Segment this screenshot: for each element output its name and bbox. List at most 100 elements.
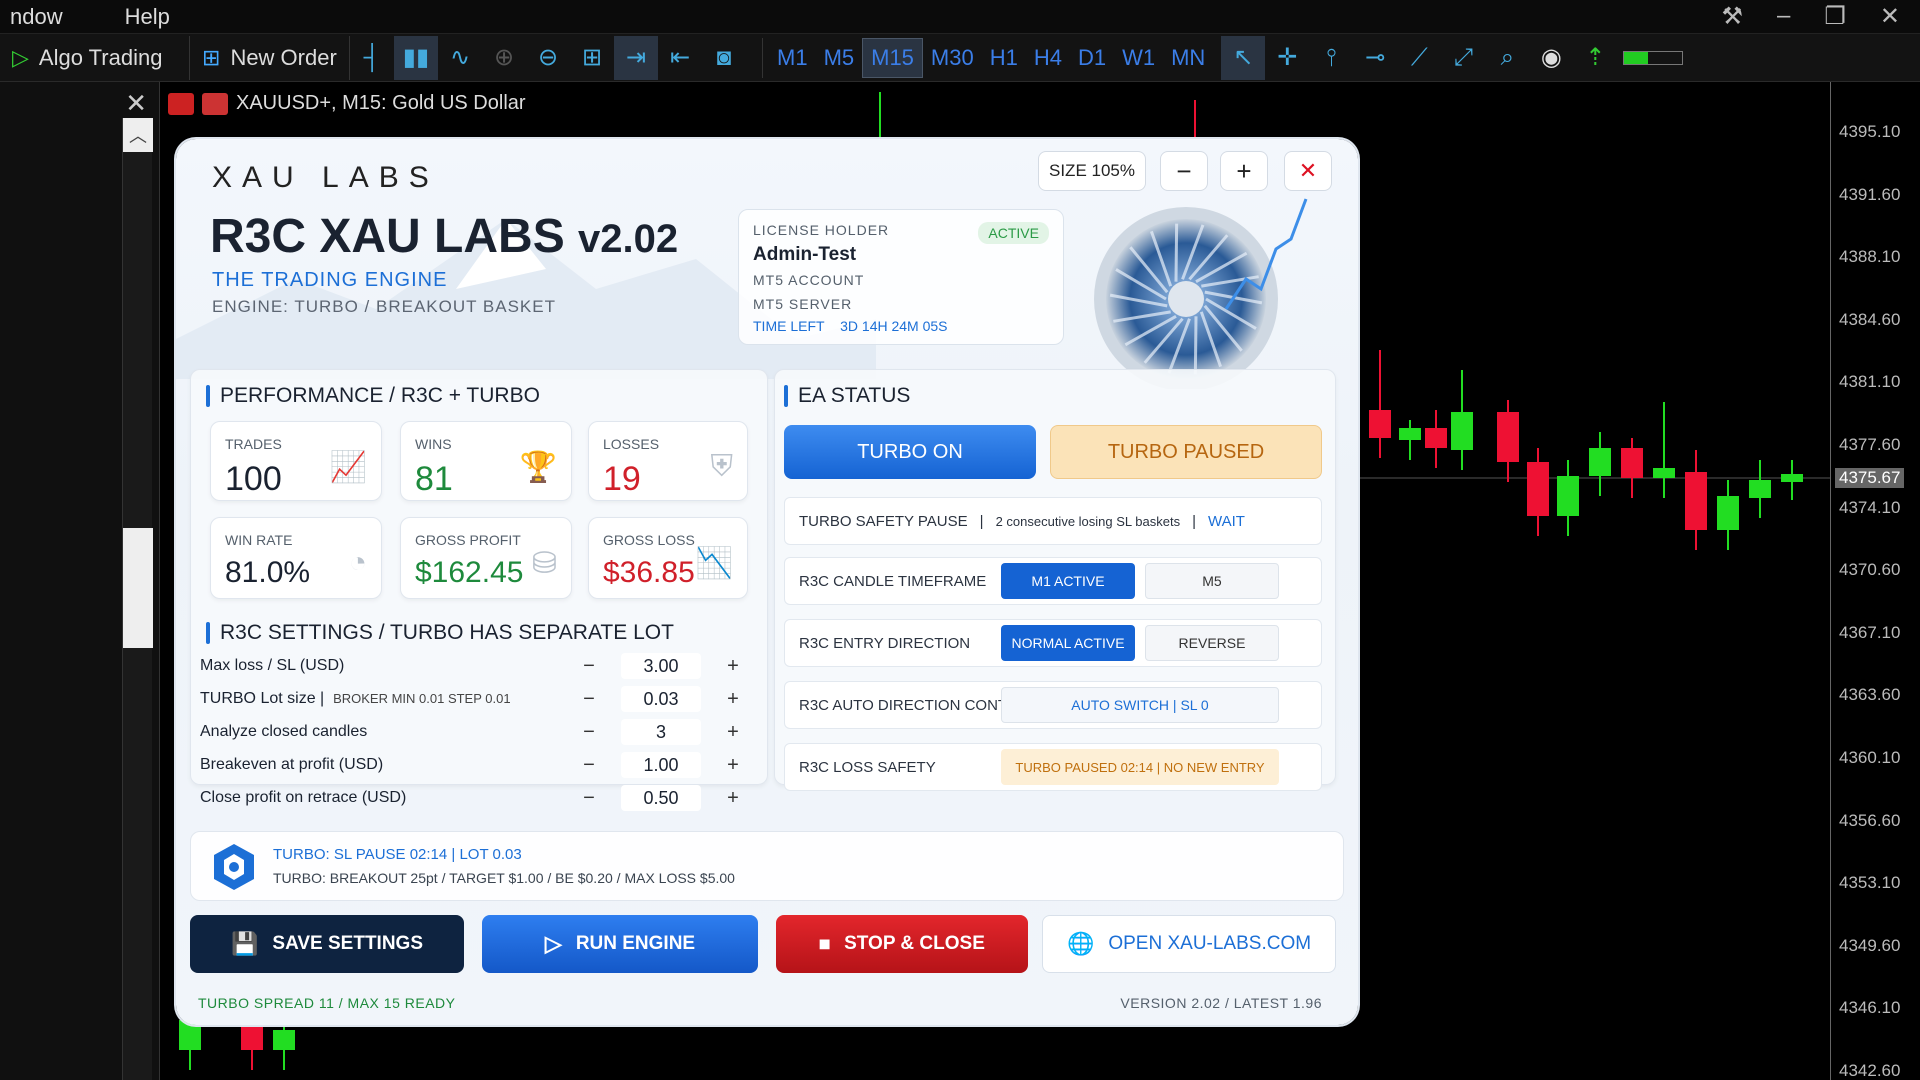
candlestick-icon[interactable]: ▮▮: [394, 35, 438, 80]
candle-body: [1717, 496, 1739, 530]
chart-shift-icon[interactable]: ⇤: [658, 36, 702, 80]
save-settings-button[interactable]: 💾 SAVE SETTINGS: [190, 915, 464, 973]
scroll-thumb[interactable]: [123, 528, 153, 648]
new-order-button[interactable]: ⊞ New Order: [190, 35, 350, 80]
account-icon[interactable]: ◉: [1529, 36, 1573, 80]
timeframe-d1[interactable]: D1: [1070, 38, 1114, 78]
algo-trading-button[interactable]: ▷ Algo Trading: [0, 35, 190, 80]
increment-button[interactable]: +: [720, 655, 746, 678]
new-order-icon: ⊞: [202, 44, 221, 70]
brand-logo: XAU LABS: [212, 161, 439, 194]
winrate-label: WIN RATE: [225, 532, 293, 548]
bar-chart-icon[interactable]: ┤: [350, 36, 394, 80]
gross-profit-card: GROSS PROFIT $162.45 ⛁: [400, 517, 572, 599]
setting-stepper: −3.00 +: [576, 653, 746, 679]
timeframe-mn[interactable]: MN: [1163, 38, 1213, 78]
turbine-blade: [1193, 316, 1198, 375]
candle-timeframe-row: R3C CANDLE TIMEFRAME M1 ACTIVE M5: [784, 557, 1322, 605]
screenshot-icon[interactable]: ◙: [702, 36, 746, 80]
setting-value-input[interactable]: 3: [621, 719, 701, 745]
close-panel-icon[interactable]: ✕: [125, 88, 147, 119]
price-tick: 4384.60: [1839, 309, 1901, 329]
decrement-button[interactable]: −: [576, 655, 602, 678]
ea-panel: XAU LABS R3C XAU LABS v2.02 THE TRADING …: [176, 139, 1358, 1025]
stop-close-button[interactable]: ⏹ STOP & CLOSE: [776, 915, 1028, 973]
shield-x-icon: ⛨: [710, 450, 734, 483]
pin-icon[interactable]: ⚒: [1712, 2, 1754, 31]
vertical-line-icon[interactable]: ⫯: [1309, 36, 1353, 80]
close-window-icon[interactable]: ✕: [1870, 2, 1910, 31]
increment-button[interactable]: +: [720, 754, 746, 777]
horizontal-line-icon[interactable]: ⊸: [1353, 36, 1397, 80]
candle-body: [1685, 472, 1707, 530]
auto-direction-row: R3C AUTO DIRECTION CONTROL AUTO SWITCH |…: [784, 681, 1322, 729]
tile-windows-icon[interactable]: ⊞: [570, 36, 614, 80]
candle-body: [1589, 448, 1611, 476]
autoscroll-icon[interactable]: ⇥: [614, 35, 658, 80]
timeframe-m5[interactable]: M5: [816, 38, 863, 78]
increment-button[interactable]: +: [720, 721, 746, 744]
timeframe-w1[interactable]: W1: [1114, 38, 1163, 78]
increment-button[interactable]: +: [720, 688, 746, 711]
terminal-window: ndow Help ⚒ – ❐ ✕ ▷ Algo Trading ⊞ New O…: [0, 0, 1920, 1080]
title-text: R3C XAU LABS: [210, 210, 565, 263]
line-chart-icon[interactable]: ∿: [438, 36, 482, 80]
zoom-in-icon[interactable]: ⊕: [482, 36, 526, 80]
timeframe-h1[interactable]: H1: [982, 38, 1026, 78]
timeframe-m30[interactable]: M30: [923, 38, 982, 78]
setting-value-input[interactable]: 0.03: [621, 686, 701, 712]
turbo-paused-button[interactable]: TURBO PAUSED: [1050, 425, 1322, 479]
price-tick: 4381.10: [1839, 372, 1901, 392]
menu-window[interactable]: ndow: [0, 4, 73, 30]
losses-label: LOSSES: [603, 436, 660, 452]
m1-active-button[interactable]: M1 ACTIVE: [1001, 563, 1135, 599]
menu-bar: ndow Help ⚒ – ❐ ✕: [0, 0, 1920, 34]
wins-value: 81: [415, 460, 453, 498]
footer-version: VERSION 2.02 / LATEST 1.96: [1120, 995, 1322, 1011]
objects-icon[interactable]: ⤢: [1441, 36, 1485, 80]
setting-value-input[interactable]: 1.00: [621, 752, 701, 778]
increment-button[interactable]: +: [720, 787, 746, 810]
cursor-icon[interactable]: ↖: [1221, 35, 1266, 80]
timeframe-m1[interactable]: M1: [769, 38, 816, 78]
gross-profit-label: GROSS PROFIT: [415, 532, 521, 548]
candle-body: [1497, 412, 1519, 462]
zoom-out-icon[interactable]: ⊖: [526, 36, 570, 80]
scroll-up-icon[interactable]: ︿: [123, 118, 153, 152]
turbo-on-button[interactable]: TURBO ON: [784, 425, 1036, 479]
m5-button[interactable]: M5: [1145, 563, 1279, 599]
left-scrollbar[interactable]: ︿: [122, 118, 153, 1080]
normal-active-button[interactable]: NORMAL ACTIVE: [1001, 625, 1135, 661]
candle-body: [1557, 476, 1579, 516]
reverse-button[interactable]: REVERSE: [1145, 625, 1279, 661]
crosshair-icon[interactable]: ✛: [1265, 36, 1309, 80]
open-website-button[interactable]: 🌐 OPEN XAU-LABS.COM: [1042, 915, 1336, 973]
candle-body: [1653, 468, 1675, 478]
turbine-blade: [1174, 223, 1179, 282]
trades-label: TRADES: [225, 436, 282, 452]
timeframe-m15[interactable]: M15: [862, 37, 923, 78]
decrement-button[interactable]: −: [576, 787, 602, 810]
current-price-label: 4375.67: [1835, 468, 1905, 488]
setting-value-input[interactable]: 3.00: [621, 653, 701, 679]
menu-help[interactable]: Help: [115, 4, 180, 30]
price-tick: 4360.10: [1839, 748, 1901, 767]
performance-heading-text: PERFORMANCE / R3C + TURBO: [220, 384, 540, 407]
decrement-button[interactable]: −: [576, 688, 602, 711]
decrement-button[interactable]: −: [576, 721, 602, 744]
restore-icon[interactable]: ❐: [1814, 2, 1856, 31]
search-icon[interactable]: ⌕: [1485, 36, 1529, 80]
setting-value-input[interactable]: 0.50: [621, 785, 701, 811]
decrement-button[interactable]: −: [576, 754, 602, 777]
trendline-icon[interactable]: ⟋: [1397, 36, 1441, 80]
save-settings-label: SAVE SETTINGS: [272, 933, 424, 954]
play-circle-icon: ▷: [544, 931, 562, 956]
minimize-icon[interactable]: –: [1767, 2, 1800, 31]
candle-body: [1369, 410, 1391, 438]
wins-label: WINS: [415, 436, 452, 452]
timeframe-h4[interactable]: H4: [1026, 38, 1070, 78]
auto-switch-button[interactable]: AUTO SWITCH | SL 0: [1001, 687, 1279, 723]
algo-trading-label: Algo Trading: [38, 44, 163, 70]
run-engine-button[interactable]: ▷ RUN ENGINE: [482, 915, 758, 973]
signal-icon[interactable]: ⇡: [1573, 36, 1617, 80]
